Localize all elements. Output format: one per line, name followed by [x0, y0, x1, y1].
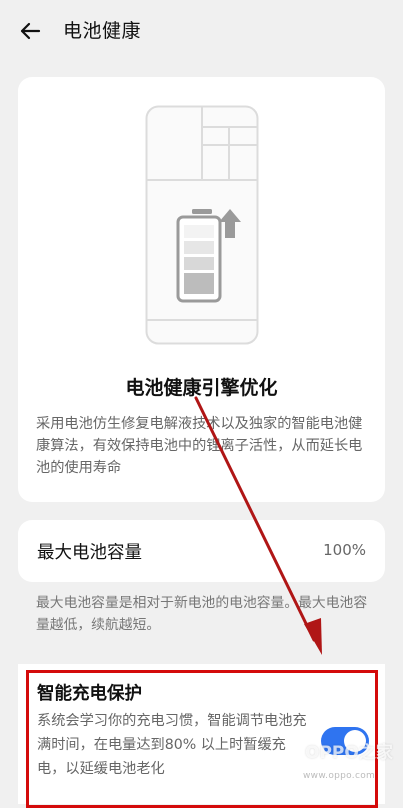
top-bar: 电池健康 [0, 0, 403, 60]
watermark-url: www.oppo.com [303, 771, 376, 781]
battery-engine-description: 采用电池仿生修复电解液技术以及独家的智能电池健康算法，有效保持电池中的锂离子活性… [36, 416, 363, 476]
page-title: 电池健康 [63, 20, 142, 42]
max-capacity-note: 最大电池容量是相对于新电池的电池容量。最大电池容量越低，续航越短。 [36, 595, 368, 633]
max-capacity-value: 100% [323, 541, 366, 559]
max-capacity-label: 最大电池容量 [37, 543, 142, 563]
smart-charge-description: 系统会学习你的充电习惯，智能调节电池充满时间，在电量达到80% 以上时暂缓充电，… [37, 713, 307, 777]
watermark-brand: OPPO之家 [305, 743, 393, 763]
back-button[interactable] [14, 15, 46, 47]
max-capacity-row: 最大电池容量 100% [18, 520, 385, 582]
arrow-left-icon [20, 22, 41, 40]
battery-health-card: 电池健康引擎优化 采用电池仿生修复电解液技术以及独家的智能电池健康算法，有效保持… [18, 77, 385, 502]
battery-charging-icon [145, 105, 259, 345]
battery-engine-title: 电池健康引擎优化 [125, 377, 278, 399]
smart-charge-title: 智能充电保护 [37, 684, 142, 704]
